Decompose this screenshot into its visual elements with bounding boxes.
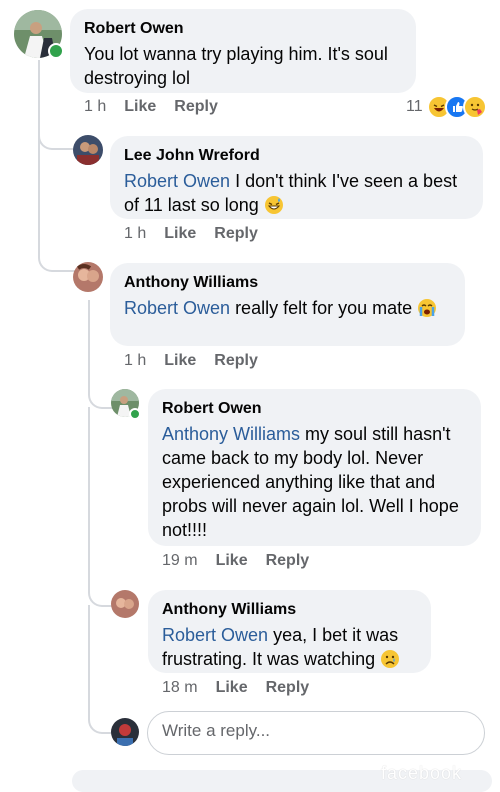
reply-button[interactable]: Reply — [214, 352, 258, 370]
comment-author[interactable]: Anthony Williams — [162, 600, 417, 620]
watermark: facebook — [380, 763, 462, 783]
like-button[interactable]: Like — [164, 352, 196, 370]
comment-author[interactable]: Robert Owen — [162, 399, 467, 419]
comment-author[interactable]: Robert Owen — [84, 19, 402, 39]
comment-time: 18 m — [162, 679, 198, 696]
online-status-icon — [129, 408, 141, 420]
comment-time: 1 h — [84, 98, 107, 115]
comment-bubble[interactable]: Robert Owen You lot wanna try playing hi… — [70, 9, 416, 93]
avatar[interactable] — [73, 135, 103, 165]
mention-link[interactable]: Anthony Williams — [162, 424, 300, 444]
care-emoji-icon — [462, 95, 487, 119]
comment-meta: 19 m Like Reply — [162, 552, 309, 570]
comment-meta: 1 h Like Reply — [124, 225, 258, 243]
reaction-count: 11 — [406, 98, 423, 115]
avatar[interactable] — [73, 262, 103, 292]
like-button[interactable]: Like — [164, 225, 196, 243]
like-button[interactable]: Like — [216, 679, 248, 697]
avatar[interactable] — [111, 590, 139, 618]
comment-meta: 1 h Like Reply — [84, 98, 218, 116]
reactions-summary[interactable]: 11 — [406, 95, 487, 119]
comment-bubble[interactable]: Robert Owen Anthony Williams my soul sti… — [148, 389, 481, 546]
comment-author[interactable]: Lee John Wreford — [124, 146, 469, 166]
grinning-sweat-emoji-icon — [264, 195, 284, 221]
reply-placeholder: Write a reply... — [162, 721, 271, 740]
comment-bubble[interactable]: Anthony Williams Robert Owen yea, I bet … — [148, 590, 431, 673]
like-button[interactable]: Like — [216, 552, 248, 570]
comment-author[interactable]: Anthony Williams — [124, 273, 451, 293]
avatar — [111, 718, 139, 746]
comment-time: 1 h — [124, 352, 147, 369]
comment-text: Anthony Williams my soul still hasn't ca… — [162, 424, 459, 540]
mention-link[interactable]: Robert Owen — [124, 298, 230, 318]
comment-time: 19 m — [162, 552, 198, 569]
comment-text: Robert Owen yea, I bet it was frustratin… — [162, 623, 417, 675]
online-status-icon — [48, 43, 64, 59]
reply-button[interactable]: Reply — [266, 679, 310, 697]
mention-link[interactable]: Robert Owen — [162, 625, 268, 645]
comment-text: Robert Owen I don't think I've seen a be… — [124, 169, 469, 221]
comment-bubble[interactable]: Anthony Williams Robert Owen really felt… — [110, 263, 465, 346]
comment-text: You lot wanna try playing him. It's soul… — [84, 44, 388, 88]
sad-emoji-icon — [380, 649, 400, 675]
reply-button[interactable]: Reply — [266, 552, 310, 570]
thread-line-nested-3 — [88, 605, 114, 734]
reply-input[interactable]: Write a reply... — [147, 711, 485, 755]
comment-text: Robert Owen really felt for you mate — [124, 296, 451, 324]
mention-link[interactable]: Robert Owen — [124, 171, 230, 191]
crying-emoji-icon — [417, 298, 437, 324]
comment-time: 1 h — [124, 225, 147, 242]
thread-line-nested-2 — [88, 407, 114, 607]
comment-bubble[interactable]: Lee John Wreford Robert Owen I don't thi… — [110, 136, 483, 219]
comment-meta: 1 h Like Reply — [124, 352, 258, 370]
like-button[interactable]: Like — [124, 98, 156, 116]
reply-button[interactable]: Reply — [174, 98, 218, 116]
reply-button[interactable]: Reply — [214, 225, 258, 243]
comment-meta: 18 m Like Reply — [162, 679, 309, 697]
